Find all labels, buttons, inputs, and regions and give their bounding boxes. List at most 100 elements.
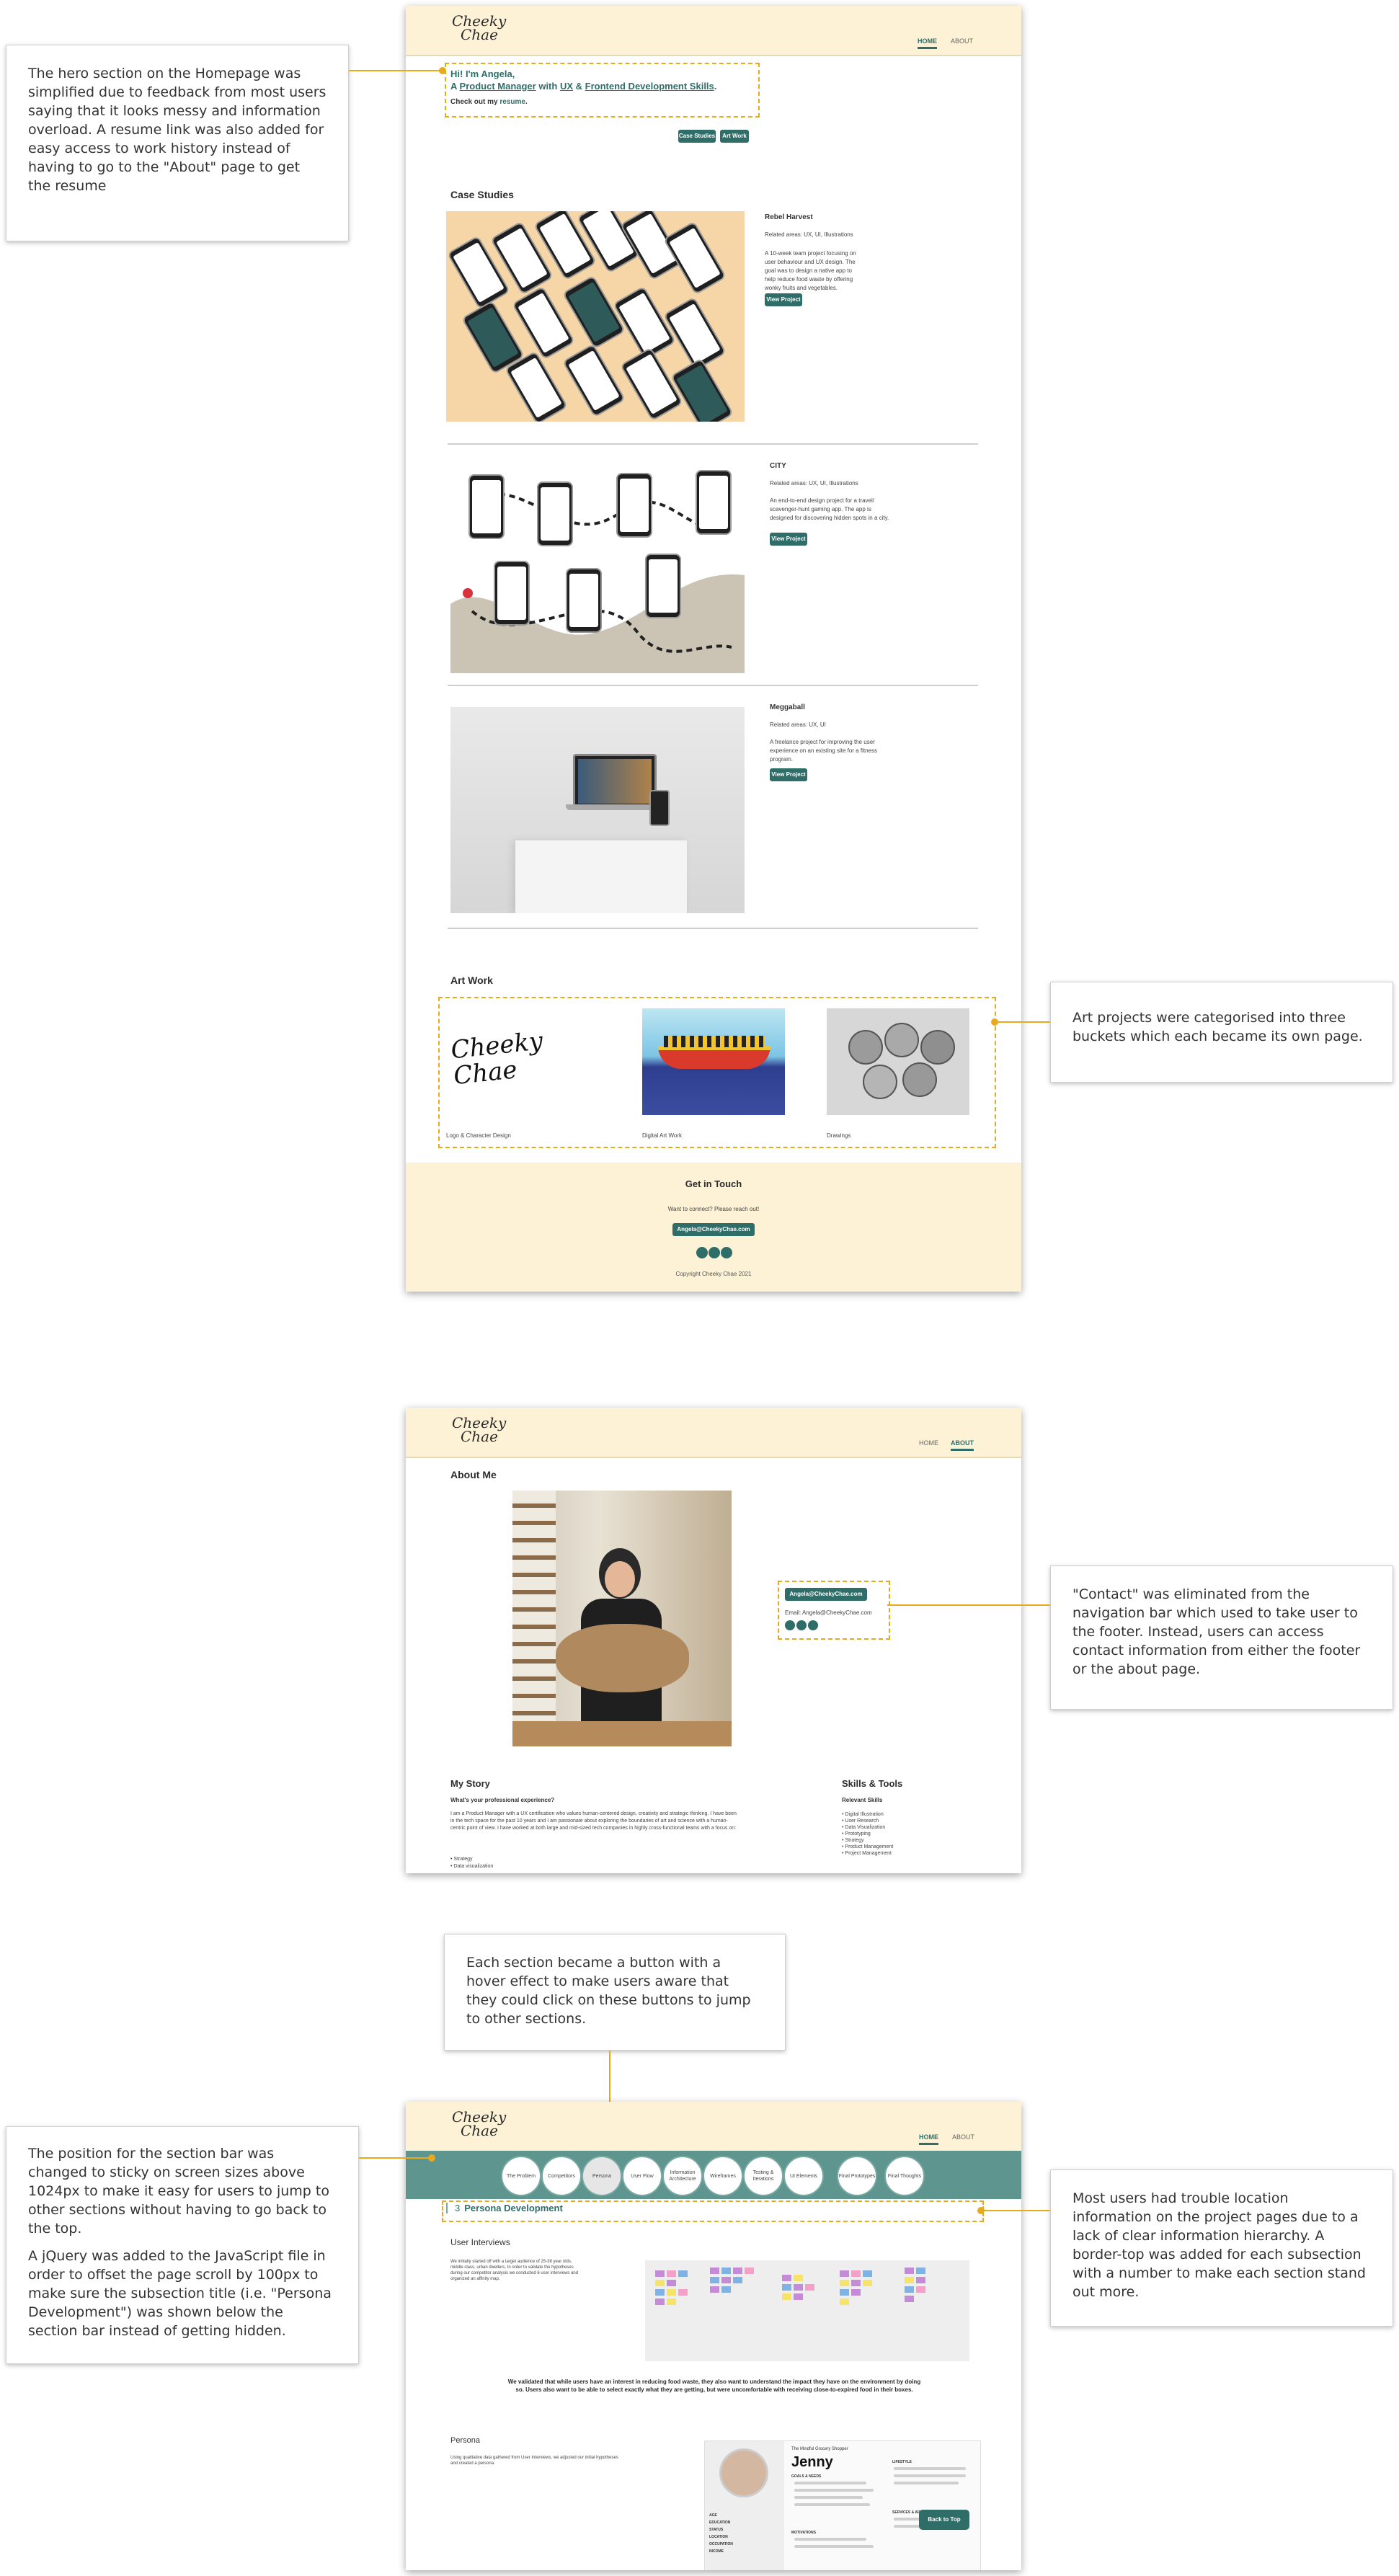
case-divider (448, 443, 978, 445)
persona-body: Using qualitative data gathered from Use… (450, 2456, 618, 2466)
section-button-user-flow[interactable]: User Flow (622, 2156, 662, 2196)
nav-home[interactable]: HOME (919, 2133, 938, 2145)
nav-about[interactable]: ABOUT (951, 37, 973, 45)
nav-about[interactable]: ABOUT (952, 2133, 974, 2141)
persona-card: AGE EDUCATION STATUS LOCATION OCCUPATION… (704, 2440, 981, 2570)
art-caption-drawings: Drawings (827, 1132, 851, 1139)
project-frame: Cheeky Chae HOME ABOUT The Problem Compet… (406, 2102, 1021, 2570)
hero-frontend: Frontend Development Skills (585, 81, 714, 92)
art-caption-logo: Logo & Character Design (446, 1132, 511, 1139)
persona-field-occupation: OCCUPATION (709, 2542, 733, 2546)
case-divider (448, 928, 978, 929)
persona-motivations: MOTIVATIONS (791, 2531, 816, 2535)
connector-hero (349, 70, 443, 71)
case-divider (448, 685, 978, 686)
instagram-icon[interactable] (796, 1620, 807, 1630)
footer-title: Get in Touch (685, 1178, 742, 1189)
case-studies-title: Case Studies (450, 189, 514, 200)
marker-sticky (428, 2154, 435, 2162)
callout-art: Art projects were categorised into three… (1050, 982, 1393, 1083)
footer-sub: Want to connect? Please reach out! (667, 1206, 760, 1212)
callout-hierarchy: Most users had trouble location informat… (1050, 2169, 1393, 2327)
nav-home[interactable]: HOME (918, 37, 937, 49)
view-project-rebel-harvest[interactable]: View Project (765, 293, 802, 306)
persona-name: Jenny (791, 2454, 833, 2470)
art-drawings-thumb[interactable] (827, 1008, 969, 1115)
persona-goals: GOALS & NEEDS (791, 2474, 822, 2479)
art-logo-thumb[interactable]: Cheeky Chae (446, 1008, 602, 1115)
callout-contact: "Contact" was eliminated from the naviga… (1050, 1565, 1393, 1710)
hero-heading: Hi! I'm Angela, A Product Manager with U… (450, 68, 717, 92)
footer-email-button[interactable]: Angela@CheekyChae.com (672, 1223, 755, 1236)
interviews-title: User Interviews (450, 2237, 510, 2247)
site-logo[interactable]: Cheeky Chae (452, 14, 506, 42)
homepage-frame: Cheeky Chae HOME ABOUT Hi! I'm Angela, A … (406, 6, 1021, 1292)
persona-field-status: STATUS (709, 2528, 724, 2532)
section-button-persona[interactable]: Persona (582, 2156, 622, 2196)
callout-sticky: The position for the section bar was cha… (6, 2126, 359, 2364)
persona-field-education: EDUCATION (709, 2521, 731, 2525)
marker-hero (439, 67, 446, 74)
view-project-city[interactable]: View Project (770, 533, 807, 546)
about-photo (512, 1491, 732, 1746)
section-button-ui-elements[interactable]: UI Elements (783, 2156, 824, 2196)
view-project-meggaball[interactable]: View Project (770, 768, 807, 781)
case-desc-rebel-harvest: A 10-week team project focusing on user … (765, 250, 856, 291)
section-button-testing[interactable]: Testing & Iterations (743, 2156, 783, 2196)
section-button-final-prototypes[interactable]: Final Prototypes (837, 2156, 877, 2196)
city-image[interactable] (450, 467, 745, 673)
skills-subtitle: Relevant Skills (842, 1797, 883, 1803)
art-digital-thumb[interactable] (642, 1008, 785, 1115)
site-header: Cheeky Chae HOME ABOUT (406, 6, 1021, 56)
skills-title: Skills & Tools (842, 1778, 903, 1789)
section-button-ia[interactable]: Information Architecture (662, 2156, 703, 2196)
site-logo[interactable]: Cheeky Chae (452, 2110, 506, 2138)
callout-sticky-part1: The position for the section bar was cha… (28, 2146, 329, 2237)
case-desc-city: An end-to-end design project for a trave… (770, 497, 889, 521)
footer-copyright: Copyright Cheeky Chae 2021 (675, 1271, 752, 1277)
section-button-wireframes[interactable]: Wireframes (703, 2156, 743, 2196)
linkedin-icon[interactable] (696, 1247, 708, 1258)
linkedin-icon[interactable] (785, 1620, 795, 1630)
site-header: Cheeky Chae HOME ABOUT (406, 2102, 1021, 2152)
case-desc-meggaball: A freelance project for improving the us… (770, 739, 877, 763)
subsection-title: 3 Persona Development (446, 2203, 563, 2213)
art-logo-lettering: Cheeky Chae (449, 1026, 545, 1091)
meggaball-image[interactable] (450, 707, 745, 913)
site-logo[interactable]: Cheeky Chae (452, 1416, 506, 1444)
case-studies-button[interactable]: Case Studies (678, 130, 716, 143)
back-to-top-button[interactable]: Back to Top (919, 2510, 969, 2530)
section-button-problem[interactable]: The Problem (501, 2156, 541, 2196)
site-header: Cheeky Chae HOME ABOUT (406, 1408, 1021, 1458)
persona-field-age: AGE (709, 2513, 717, 2518)
section-button-final-thoughts[interactable]: Final Thoughts (884, 2156, 925, 2196)
case-areas-city: Related areas: UX, UI, Illustrations (770, 480, 858, 487)
site-footer: Get in Touch Want to connect? Please rea… (406, 1163, 1021, 1292)
about-frame: Cheeky Chae HOME ABOUT About Me Angela@Ch… (406, 1408, 1021, 1873)
persona-field-income: INCOME (709, 2549, 724, 2554)
case-title-city: CITY (770, 462, 786, 470)
nav-about[interactable]: ABOUT (951, 1439, 974, 1451)
instagram-icon[interactable] (709, 1247, 720, 1258)
callout-section-buttons: Each section became a button with a hove… (444, 1934, 786, 2051)
affinity-map (645, 2260, 969, 2361)
rebel-harvest-image[interactable] (446, 211, 745, 422)
nav-home[interactable]: HOME (919, 1439, 938, 1447)
connector-hierarchy (981, 2210, 1050, 2211)
about-title: About Me (450, 1469, 497, 1480)
connector-contact (887, 1604, 1050, 1606)
case-areas-meggaball: Related areas: UX, UI (770, 721, 826, 728)
subsection-number: 3 (455, 2203, 461, 2213)
behance-icon[interactable] (721, 1247, 732, 1258)
connector-sticky (359, 2157, 428, 2159)
art-work-button[interactable]: Art Work (720, 130, 749, 143)
section-button-competitors[interactable]: Competitors (541, 2156, 582, 2196)
interviews-body: We initially started off with a target a… (450, 2260, 579, 2281)
research-quote: We validated that while users have an in… (507, 2379, 921, 2393)
about-email-button[interactable]: Angela@CheekyChae.com (785, 1588, 867, 1601)
callout-sticky-part2: A jQuery was added to the JavaScript fil… (28, 2248, 332, 2339)
resume-link[interactable]: resume (499, 98, 525, 106)
skills-list: • Digital Illustration • User Research •… (842, 1812, 894, 1856)
behance-icon[interactable] (808, 1620, 818, 1630)
hero-ux: UX (559, 81, 573, 92)
